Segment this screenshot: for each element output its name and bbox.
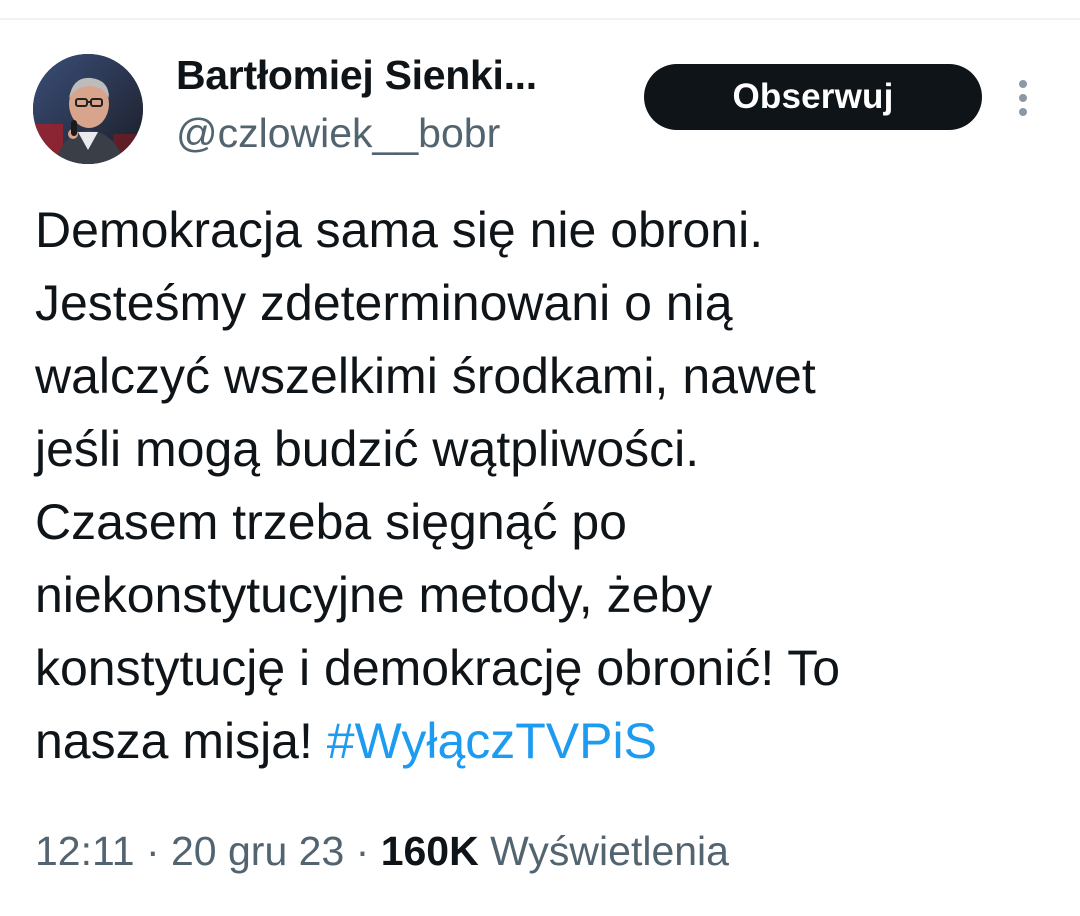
tweet-text-line-last: nasza misja! #WyłączTVPiS (35, 705, 1045, 778)
tweet-text-segment: nasza misja! (35, 713, 327, 769)
more-vertical-icon[interactable] (1006, 76, 1040, 120)
tweet-meta: 12:11 · 20 gru 23 · 160K Wyświetlenia (35, 828, 729, 875)
avatar-image (33, 54, 143, 164)
avatar[interactable] (33, 54, 143, 164)
meta-separator: · (344, 828, 381, 874)
tweet-time[interactable]: 12:11 (35, 828, 135, 874)
tweet-text-line: niekonstytucyjne metody, żeby (35, 567, 713, 623)
hashtag-link[interactable]: #WyłączTVPiS (327, 713, 657, 769)
author-display-name[interactable]: Bartłomiej Sienki... (176, 52, 537, 99)
views-count[interactable]: 160K (381, 828, 479, 874)
tweet-text-line: konstytucję i demokrację obronić! To (35, 640, 841, 696)
tweet-text-line: Demokracja sama się nie obroni. (35, 202, 764, 258)
follow-button[interactable]: Obserwuj (644, 64, 982, 130)
more-dot (1019, 80, 1027, 88)
tweet-text-line: Czasem trzeba sięgnąć po (35, 494, 627, 550)
tweet-text-line: jeśli mogą budzić wątpliwości. (35, 421, 700, 477)
tweet-text: Demokracja sama się nie obroni. Jesteśmy… (35, 194, 1045, 778)
tweet-text-line: walczyć wszelkimi środkami, nawet (35, 348, 816, 404)
more-dot (1019, 108, 1027, 116)
views-label[interactable]: Wyświetlenia (479, 828, 729, 874)
top-divider (0, 18, 1080, 20)
author-handle[interactable]: @czlowiek__bobr (176, 110, 500, 157)
tweet-date[interactable]: 20 gru 23 (171, 828, 344, 874)
meta-separator: · (134, 828, 171, 874)
more-dot (1019, 94, 1027, 102)
tweet-text-line: Jesteśmy zdeterminowani o nią (35, 275, 733, 331)
